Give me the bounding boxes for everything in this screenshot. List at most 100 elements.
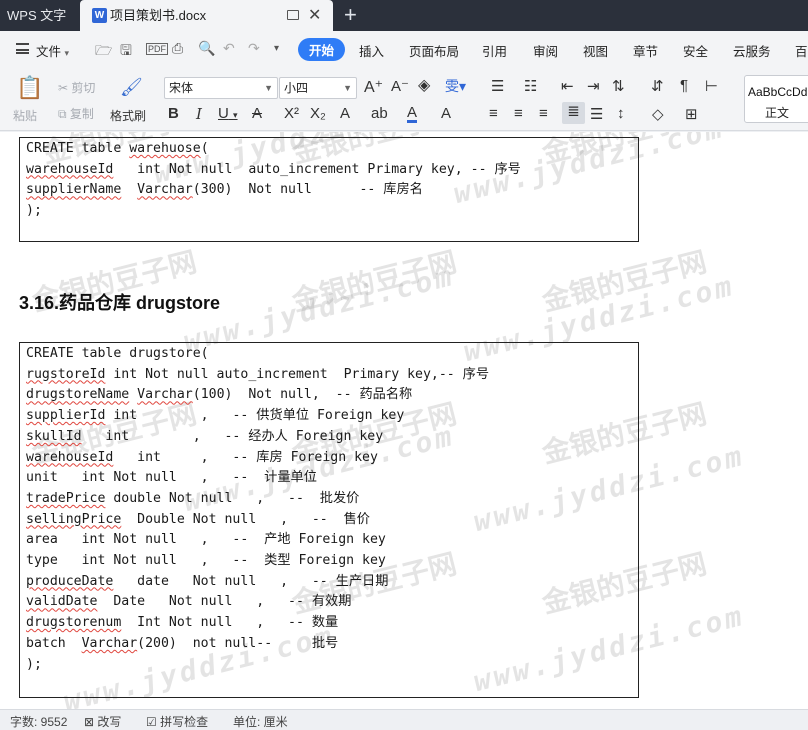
font-size-select[interactable]: 小四 ▼ bbox=[279, 77, 357, 99]
fill-color-icon[interactable]: ◇ bbox=[652, 105, 664, 123]
undo-icon[interactable]: ↶ bbox=[223, 40, 235, 57]
font-color-icon[interactable]: A bbox=[407, 105, 418, 123]
hamburger-menu-icon[interactable] bbox=[16, 43, 29, 54]
overtype-toggle[interactable]: ⊠ 改写 bbox=[84, 713, 121, 730]
sort-icon[interactable]: ⇵ bbox=[651, 77, 664, 95]
code-block-drugstore[interactable]: CREATE table drugstore(rugstoreId int No… bbox=[19, 342, 639, 698]
code-line[interactable]: drugstoreName Varchar(100) Not null, -- … bbox=[26, 384, 412, 405]
tab-stops-icon[interactable]: ⊢ bbox=[705, 77, 718, 95]
print-icon[interactable]: ⎙ bbox=[172, 40, 183, 57]
grow-font-icon[interactable]: A⁺ bbox=[364, 77, 383, 97]
word-count[interactable]: 字数: 9552 bbox=[10, 713, 67, 730]
spellcheck-flagged-word: warehuose bbox=[129, 141, 201, 156]
paste-button[interactable]: 粘贴 bbox=[13, 107, 37, 124]
spellcheck-flagged-word: produceDate bbox=[26, 573, 114, 589]
code-line[interactable]: skullId int , -- 经办人 Foreign key bbox=[26, 426, 383, 447]
tab-page-layout[interactable]: 页面布局 bbox=[409, 41, 459, 60]
code-line[interactable]: ); bbox=[26, 654, 42, 675]
tab-view[interactable]: 视图 bbox=[583, 41, 608, 60]
code-line[interactable]: unit int Not null , -- 计量单位 bbox=[26, 467, 317, 488]
style-normal[interactable]: AaBbCcDd 正文 bbox=[744, 75, 808, 123]
tab-home[interactable]: 开始 bbox=[298, 38, 346, 61]
text-direction-icon[interactable]: ⇅ bbox=[612, 77, 625, 95]
code-line[interactable]: tradePrice double Not null , -- 批发价 bbox=[26, 488, 359, 509]
new-tab-button[interactable]: + bbox=[344, 0, 357, 29]
close-tab-icon[interactable]: ✕ bbox=[308, 0, 321, 31]
tab-cloud-services[interactable]: 云服务 bbox=[733, 41, 771, 60]
underline-button[interactable]: U ▾ bbox=[218, 105, 238, 122]
italic-button[interactable]: I bbox=[196, 105, 202, 123]
decrease-indent-icon[interactable]: ⇤ bbox=[561, 77, 574, 95]
subscript-icon[interactable]: X₂ bbox=[310, 105, 326, 122]
text-effect-icon[interactable]: A bbox=[340, 105, 350, 122]
show-marks-icon[interactable]: ¶ bbox=[680, 77, 688, 94]
tab-review[interactable]: 审阅 bbox=[533, 41, 558, 60]
code-line[interactable]: validDate Date Not null , -- 有效期 bbox=[26, 591, 351, 612]
ribbon-toolbar: 📋 粘贴 ✂ 剪切 ⧉ 复制 🖌 格式刷 宋体 ▼ 小四 ▼ A⁺ A⁻ ◈ 雯▾ … bbox=[0, 67, 808, 131]
bullet-list-icon[interactable]: ☰ bbox=[491, 77, 504, 95]
unit-indicator[interactable]: 单位: 厘米 bbox=[233, 713, 288, 730]
code-line[interactable]: sellingPrice Double Not null , -- 售价 bbox=[26, 509, 370, 530]
increase-indent-icon[interactable]: ⇥ bbox=[587, 77, 600, 95]
tab-insert[interactable]: 插入 bbox=[359, 41, 384, 60]
spellcheck-toggle[interactable]: ☑ 拼写检查 bbox=[146, 713, 208, 730]
code-text: int Not null auto_increment Primary key,… bbox=[105, 366, 490, 382]
save-icon[interactable]: 🖫 bbox=[120, 40, 132, 64]
numbered-list-icon[interactable]: ☷ bbox=[524, 77, 537, 95]
phonetic-guide-icon[interactable]: 雯▾ bbox=[445, 76, 466, 96]
align-center-icon[interactable]: ≡ bbox=[514, 105, 523, 122]
line-spacing-icon[interactable]: ↕ bbox=[617, 105, 625, 122]
clear-format-icon[interactable]: ◈ bbox=[418, 75, 430, 95]
strikethrough-icon[interactable]: A bbox=[252, 105, 262, 122]
format-painter-icon[interactable]: 🖌 bbox=[120, 77, 143, 98]
code-line[interactable]: CREATE table drugstore( bbox=[26, 343, 209, 364]
code-line[interactable]: produceDate date Not null , -- 生产日期 bbox=[26, 571, 388, 592]
code-line[interactable]: warehouseId int , -- 库房 Foreign key bbox=[26, 447, 378, 468]
font-name-select[interactable]: 宋体 ▼ bbox=[164, 77, 278, 99]
document-canvas[interactable]: 金银的豆子网 金银的豆子网 金银的豆子网 www.jyddzi.com www.… bbox=[0, 132, 808, 709]
copy-button[interactable]: ⧉ 复制 bbox=[58, 105, 94, 122]
character-shading-icon[interactable]: A bbox=[441, 105, 451, 122]
format-painter-button[interactable]: 格式刷 bbox=[110, 107, 146, 124]
tab-chapter[interactable]: 章节 bbox=[633, 41, 658, 60]
code-line[interactable]: batch Varchar(200) not null-- 批号 bbox=[26, 633, 338, 654]
quick-access-dropdown-icon[interactable]: ▾ bbox=[274, 43, 279, 54]
code-line[interactable]: ); bbox=[26, 200, 42, 221]
export-pdf-icon[interactable]: PDF bbox=[146, 43, 168, 55]
tab-references[interactable]: 引用 bbox=[482, 41, 507, 60]
bold-button[interactable]: B bbox=[168, 105, 179, 122]
code-block-warehouse[interactable]: CREATE table warehuose(warehouseId int N… bbox=[19, 137, 639, 242]
tab-security[interactable]: 安全 bbox=[683, 41, 708, 60]
document-tab[interactable]: W 项目策划书.docx ✕ bbox=[80, 0, 333, 31]
code-line[interactable]: CREATE table warehuose( bbox=[26, 138, 209, 159]
tab-more[interactable]: 百 bbox=[795, 41, 808, 60]
code-line[interactable]: drugstorenum Int Not null , -- 数量 bbox=[26, 612, 338, 633]
align-left-icon[interactable]: ≡ bbox=[489, 105, 498, 122]
window-mode-icon[interactable] bbox=[287, 10, 299, 20]
code-text: int , -- 供货单位 Foreign key bbox=[105, 408, 405, 424]
file-menu[interactable]: 文件 ▾ bbox=[36, 41, 69, 60]
redo-icon[interactable]: ↷ bbox=[248, 40, 260, 57]
borders-icon[interactable]: ⊞ bbox=[685, 105, 698, 123]
spellcheck-flagged-word: drugstorenum bbox=[26, 615, 122, 631]
highlight-icon[interactable]: ab bbox=[371, 105, 388, 122]
print-preview-icon[interactable]: 🔍 bbox=[198, 40, 215, 57]
code-line[interactable]: rugstoreId int Not null auto_increment P… bbox=[26, 364, 489, 385]
watermark-text: 金银的豆子网 bbox=[288, 245, 460, 318]
superscript-icon[interactable]: X² bbox=[284, 105, 299, 122]
align-right-icon[interactable]: ≡ bbox=[539, 105, 548, 122]
code-line[interactable]: type int Not null , -- 类型 Foreign key bbox=[26, 550, 386, 571]
open-folder-icon[interactable]: 🗁 bbox=[95, 40, 112, 64]
paste-icon[interactable]: 📋 bbox=[16, 75, 43, 101]
cut-button[interactable]: ✂ 剪切 bbox=[58, 79, 95, 96]
distributed-align-icon[interactable]: ☰ bbox=[590, 105, 603, 123]
style-label: 正文 bbox=[765, 106, 790, 120]
code-line[interactable]: supplierId int , -- 供货单位 Foreign key bbox=[26, 405, 404, 426]
code-line[interactable]: supplierName Varchar(300) Not null -- 库房… bbox=[26, 179, 423, 200]
code-line[interactable]: warehouseId int Not null auto_increment … bbox=[26, 159, 521, 180]
shrink-font-icon[interactable]: A⁻ bbox=[391, 77, 409, 95]
code-line[interactable]: area int Not null , -- 产地 Foreign key bbox=[26, 529, 386, 550]
justify-icon[interactable]: ≣ bbox=[562, 102, 585, 124]
watermark-text: 金银的豆子网 bbox=[538, 245, 710, 318]
app-menu-tab[interactable]: WPS 文字 bbox=[0, 0, 80, 31]
